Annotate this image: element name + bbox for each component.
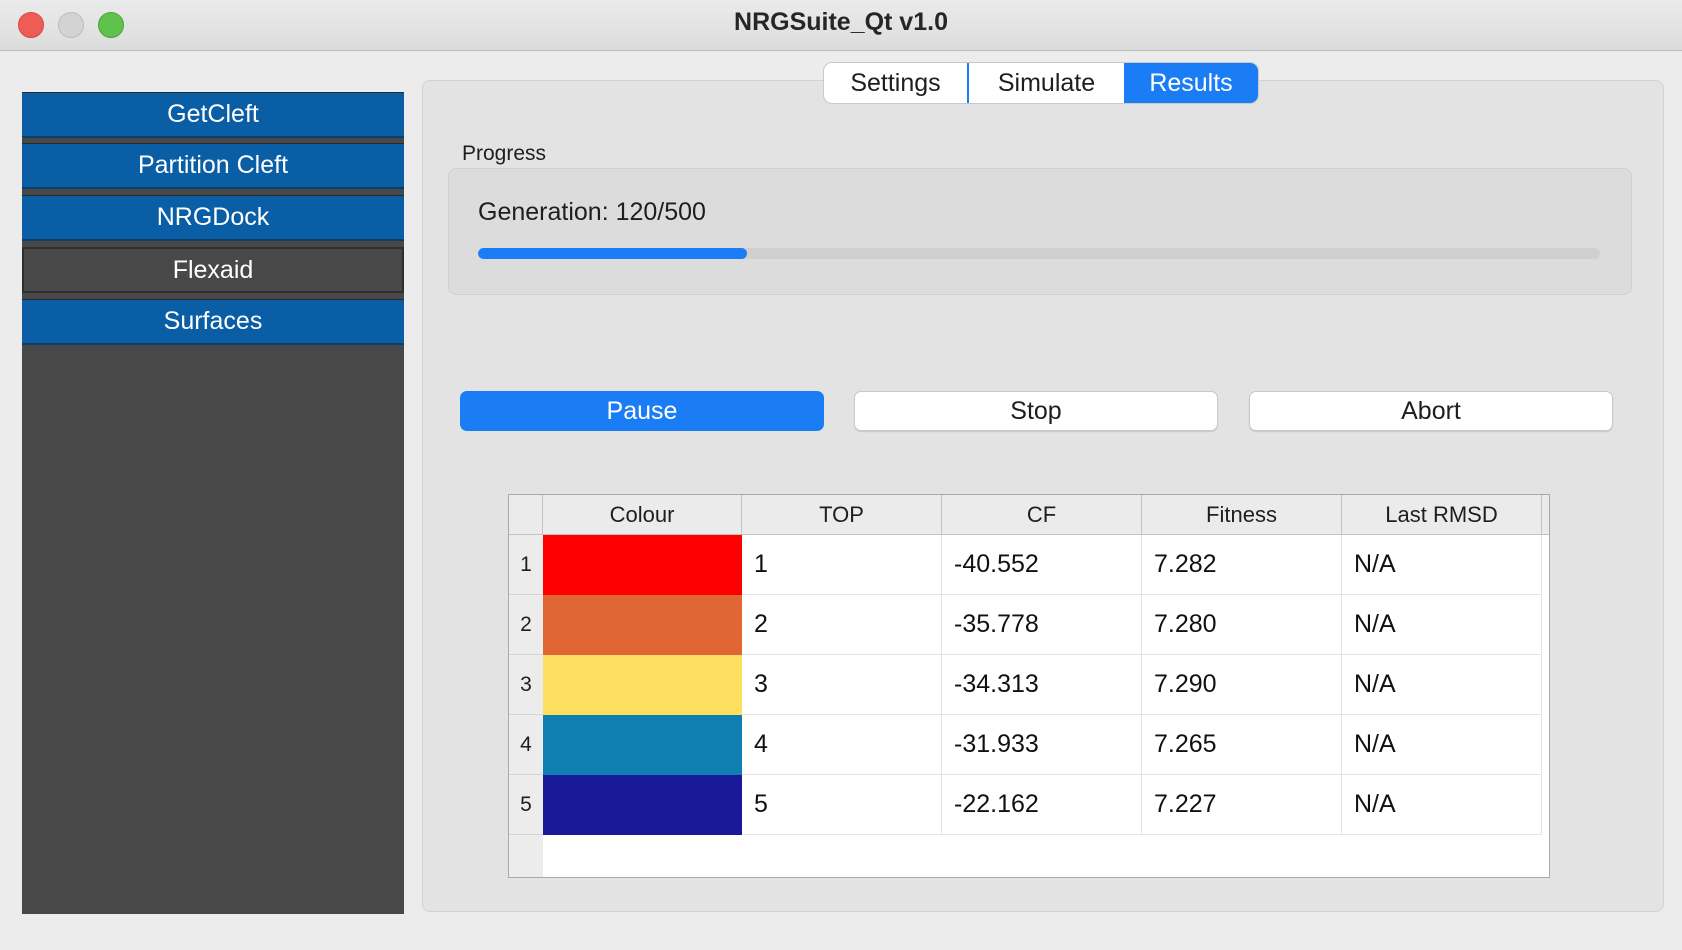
row-header[interactable]: 4 [509, 715, 543, 775]
row-header[interactable]: 1 [509, 535, 543, 595]
colour-swatch[interactable] [543, 715, 742, 775]
progress-group [448, 168, 1632, 295]
column-header-cf[interactable]: CF [942, 495, 1142, 535]
table-cell-top[interactable]: 4 [742, 715, 942, 775]
column-header-last-rmsd[interactable]: Last RMSD [1342, 495, 1542, 535]
sidebar: GetCleft Partition Cleft NRGDock Flexaid… [22, 92, 404, 914]
table-cell-fitness[interactable]: 7.265 [1142, 715, 1342, 775]
table-cell-cf[interactable]: -34.313 [942, 655, 1142, 715]
progress-bar [478, 248, 1600, 259]
table-cell-top[interactable]: 3 [742, 655, 942, 715]
table-cell-fitness[interactable]: 7.290 [1142, 655, 1342, 715]
table-cell-last-rmsd[interactable]: N/A [1342, 715, 1542, 775]
table-cell-cf[interactable]: -40.552 [942, 535, 1142, 595]
row-header[interactable]: 2 [509, 595, 543, 655]
table-cell-top[interactable]: 1 [742, 535, 942, 595]
table-cell-fitness[interactable]: 7.227 [1142, 775, 1342, 835]
sidebar-item-partition-cleft[interactable]: Partition Cleft [22, 143, 404, 189]
table-cell-fitness[interactable]: 7.280 [1142, 595, 1342, 655]
header-filler [1542, 495, 1549, 535]
table-cell-last-rmsd[interactable]: N/A [1342, 535, 1542, 595]
tab-settings[interactable]: Settings [824, 63, 969, 103]
column-header-fitness[interactable]: Fitness [1142, 495, 1342, 535]
generation-text: Generation: 120/500 [478, 198, 706, 226]
colour-swatch[interactable] [543, 775, 742, 835]
tab-results[interactable]: Results [1124, 63, 1258, 103]
colour-swatch[interactable] [543, 595, 742, 655]
tab-simulate[interactable]: Simulate [969, 63, 1124, 103]
title-bar: NRGSuite_Qt v1.0 [0, 0, 1682, 51]
results-table: Colour TOP CF Fitness Last RMSD 1 1 -40.… [508, 494, 1550, 878]
sidebar-item-getcleft[interactable]: GetCleft [22, 92, 404, 138]
stop-button[interactable]: Stop [854, 391, 1218, 431]
table-cell-last-rmsd[interactable]: N/A [1342, 775, 1542, 835]
table-cell-cf[interactable]: -35.778 [942, 595, 1142, 655]
abort-button[interactable]: Abort [1249, 391, 1613, 431]
row-header[interactable]: 3 [509, 655, 543, 715]
window-title: NRGSuite_Qt v1.0 [734, 8, 948, 36]
column-header-colour[interactable]: Colour [543, 495, 742, 535]
column-header-top[interactable]: TOP [742, 495, 942, 535]
table-cell-top[interactable]: 5 [742, 775, 942, 835]
table-cell-top[interactable]: 2 [742, 595, 942, 655]
app-window: NRGSuite_Qt v1.0 GetCleft Partition Clef… [0, 0, 1682, 950]
row-header[interactable]: 5 [509, 775, 543, 835]
sidebar-item-surfaces[interactable]: Surfaces [22, 299, 404, 345]
table-cell-cf[interactable]: -22.162 [942, 775, 1142, 835]
colour-swatch[interactable] [543, 535, 742, 595]
table-cell-cf[interactable]: -31.933 [942, 715, 1142, 775]
table-cell-last-rmsd[interactable]: N/A [1342, 595, 1542, 655]
progress-bar-fill [478, 248, 748, 259]
pause-button[interactable]: Pause [460, 391, 824, 431]
tab-bar: Settings Simulate Results [824, 63, 1258, 103]
sidebar-item-nrgdock[interactable]: NRGDock [22, 195, 404, 241]
table-cell-last-rmsd[interactable]: N/A [1342, 655, 1542, 715]
progress-group-label: Progress [462, 142, 547, 165]
table-cell-fitness[interactable]: 7.282 [1142, 535, 1342, 595]
colour-swatch[interactable] [543, 655, 742, 715]
sidebar-item-flexaid[interactable]: Flexaid [22, 247, 404, 293]
table-corner [509, 495, 543, 535]
